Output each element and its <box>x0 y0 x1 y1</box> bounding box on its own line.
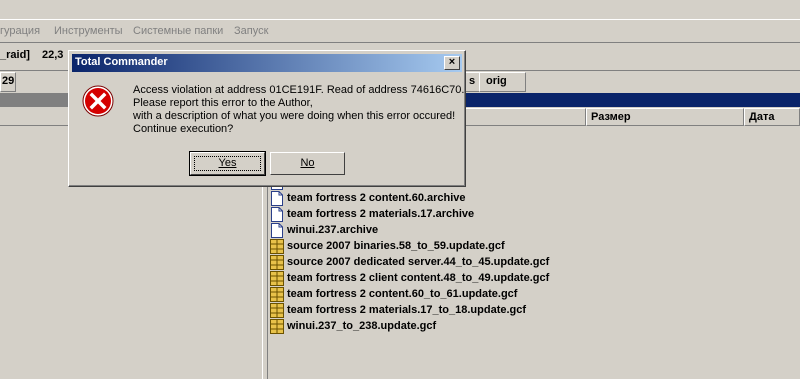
no-button-label: No <box>300 157 315 169</box>
menu-bar: гурация Инструменты Системные папки Запу… <box>0 21 800 43</box>
drive-free-space: 22,3 <box>42 49 64 61</box>
file-row[interactable]: team fortress 2 client content.48_to_49.… <box>270 270 549 286</box>
column-size-header[interactable]: Размер <box>586 108 744 126</box>
grid-file-icon <box>270 238 284 254</box>
grid-file-icon <box>270 286 284 302</box>
document-icon <box>271 222 283 238</box>
document-icon <box>271 206 283 222</box>
yes-button[interactable]: Yes <box>189 151 266 176</box>
message-line: Continue execution? <box>133 123 234 135</box>
tab-left[interactable]: 29 <box>0 72 16 92</box>
file-name: team fortress 2 content.60.archive <box>287 192 466 204</box>
file-name: source 2007 binaries.58_to_59.update.gcf <box>287 240 505 252</box>
window-top-strip <box>0 0 800 20</box>
tab-right-partial[interactable]: s <box>464 72 480 92</box>
file-row[interactable]: team fortress 2 materials.17_to_18.updat… <box>270 302 526 318</box>
grid-file-icon <box>270 254 284 270</box>
file-name: winui.237.archive <box>287 224 379 236</box>
grid-file-icon <box>270 302 284 318</box>
file-row[interactable]: winui.237.archive <box>270 222 378 238</box>
file-row[interactable]: team fortress 2 materials.17.archive <box>270 206 474 222</box>
close-icon: × <box>448 56 456 68</box>
menu-item-configuration[interactable]: гурация <box>0 25 40 37</box>
menu-item-system-folders[interactable]: Системные папки <box>133 25 223 37</box>
message-line: with a description of what you were doin… <box>133 110 456 122</box>
column-date-header[interactable]: Дата <box>744 108 800 126</box>
file-name: source 2007 dedicated server.44_to_45.up… <box>287 256 550 268</box>
file-row[interactable]: source 2007 binaries.58_to_59.update.gcf <box>270 238 505 254</box>
file-name: winui.237_to_238.update.gcf <box>287 320 437 332</box>
message-line: Please report this error to the Author, <box>133 97 313 109</box>
document-icon <box>271 190 283 206</box>
dialog-title: Total Commander <box>75 56 168 68</box>
grid-file-icon <box>270 270 284 286</box>
no-button[interactable]: No <box>270 152 345 175</box>
message-line: Access violation at address 01CE191F. Re… <box>133 84 465 96</box>
tab-orig[interactable]: orig <box>479 72 526 92</box>
file-name: team fortress 2 materials.17.archive <box>287 208 475 220</box>
file-row[interactable]: team fortress 2 content.60_to_61.update.… <box>270 286 517 302</box>
file-name: team fortress 2 client content.48_to_49.… <box>287 272 550 284</box>
grid-file-icon <box>270 318 284 334</box>
file-row[interactable]: winui.237_to_238.update.gcf <box>270 318 436 334</box>
error-dialog: Total Commander × Access violation at ad… <box>68 50 466 187</box>
drive-label: _raid] <box>0 49 30 61</box>
dialog-message: Access violation at address 01CE191F. Re… <box>133 84 464 136</box>
menu-item-tools[interactable]: Инструменты <box>54 25 123 37</box>
error-icon <box>82 85 114 117</box>
close-button[interactable]: × <box>444 56 460 70</box>
file-row[interactable]: source 2007 dedicated server.44_to_45.up… <box>270 254 549 270</box>
dialog-title-bar[interactable]: Total Commander × <box>72 54 462 72</box>
file-name: team fortress 2 content.60_to_61.update.… <box>287 288 518 300</box>
file-name: team fortress 2 materials.17_to_18.updat… <box>287 304 527 316</box>
menu-item-start[interactable]: Запуск <box>234 25 268 37</box>
file-row[interactable]: team fortress 2 content.60.archive <box>270 190 466 206</box>
